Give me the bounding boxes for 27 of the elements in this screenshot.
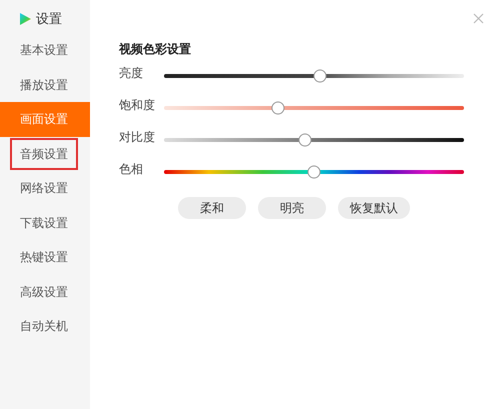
sidebar-item[interactable]: 自动关机 [0,309,90,344]
sidebar-item[interactable]: 热键设置 [0,240,90,274]
slider-thumb[interactable] [298,134,312,146]
slider[interactable] [164,165,464,179]
preset-button[interactable]: 恢复默认 [338,197,410,219]
sidebar-item[interactable]: 高级设置 [0,274,90,309]
sidebar-item[interactable]: 下载设置 [0,206,90,240]
slider-label: 亮度 [119,65,144,82]
slider-label: 饱和度 [119,97,156,114]
play-logo-icon [18,12,32,26]
preset-button[interactable]: 明亮 [258,197,326,219]
slider-label: 色相 [119,161,144,178]
sidebar-item[interactable]: 基本设置 [0,33,90,68]
app-title: 设置 [36,10,62,28]
slider[interactable] [164,133,464,147]
close-icon[interactable] [473,13,484,24]
sidebar-item[interactable]: 网络设置 [0,171,90,206]
sidebar-item[interactable]: 播放设置 [0,68,90,102]
slider[interactable] [164,101,464,115]
slider-label: 对比度 [119,129,156,146]
slider[interactable] [164,69,464,83]
slider-thumb[interactable] [314,70,326,82]
preset-button[interactable]: 柔和 [178,197,246,219]
slider-thumb[interactable] [272,102,284,114]
sidebar-item[interactable]: 音频设置 [0,136,90,171]
section-title: 视频色彩设置 [119,42,192,57]
slider-thumb[interactable] [308,166,320,178]
